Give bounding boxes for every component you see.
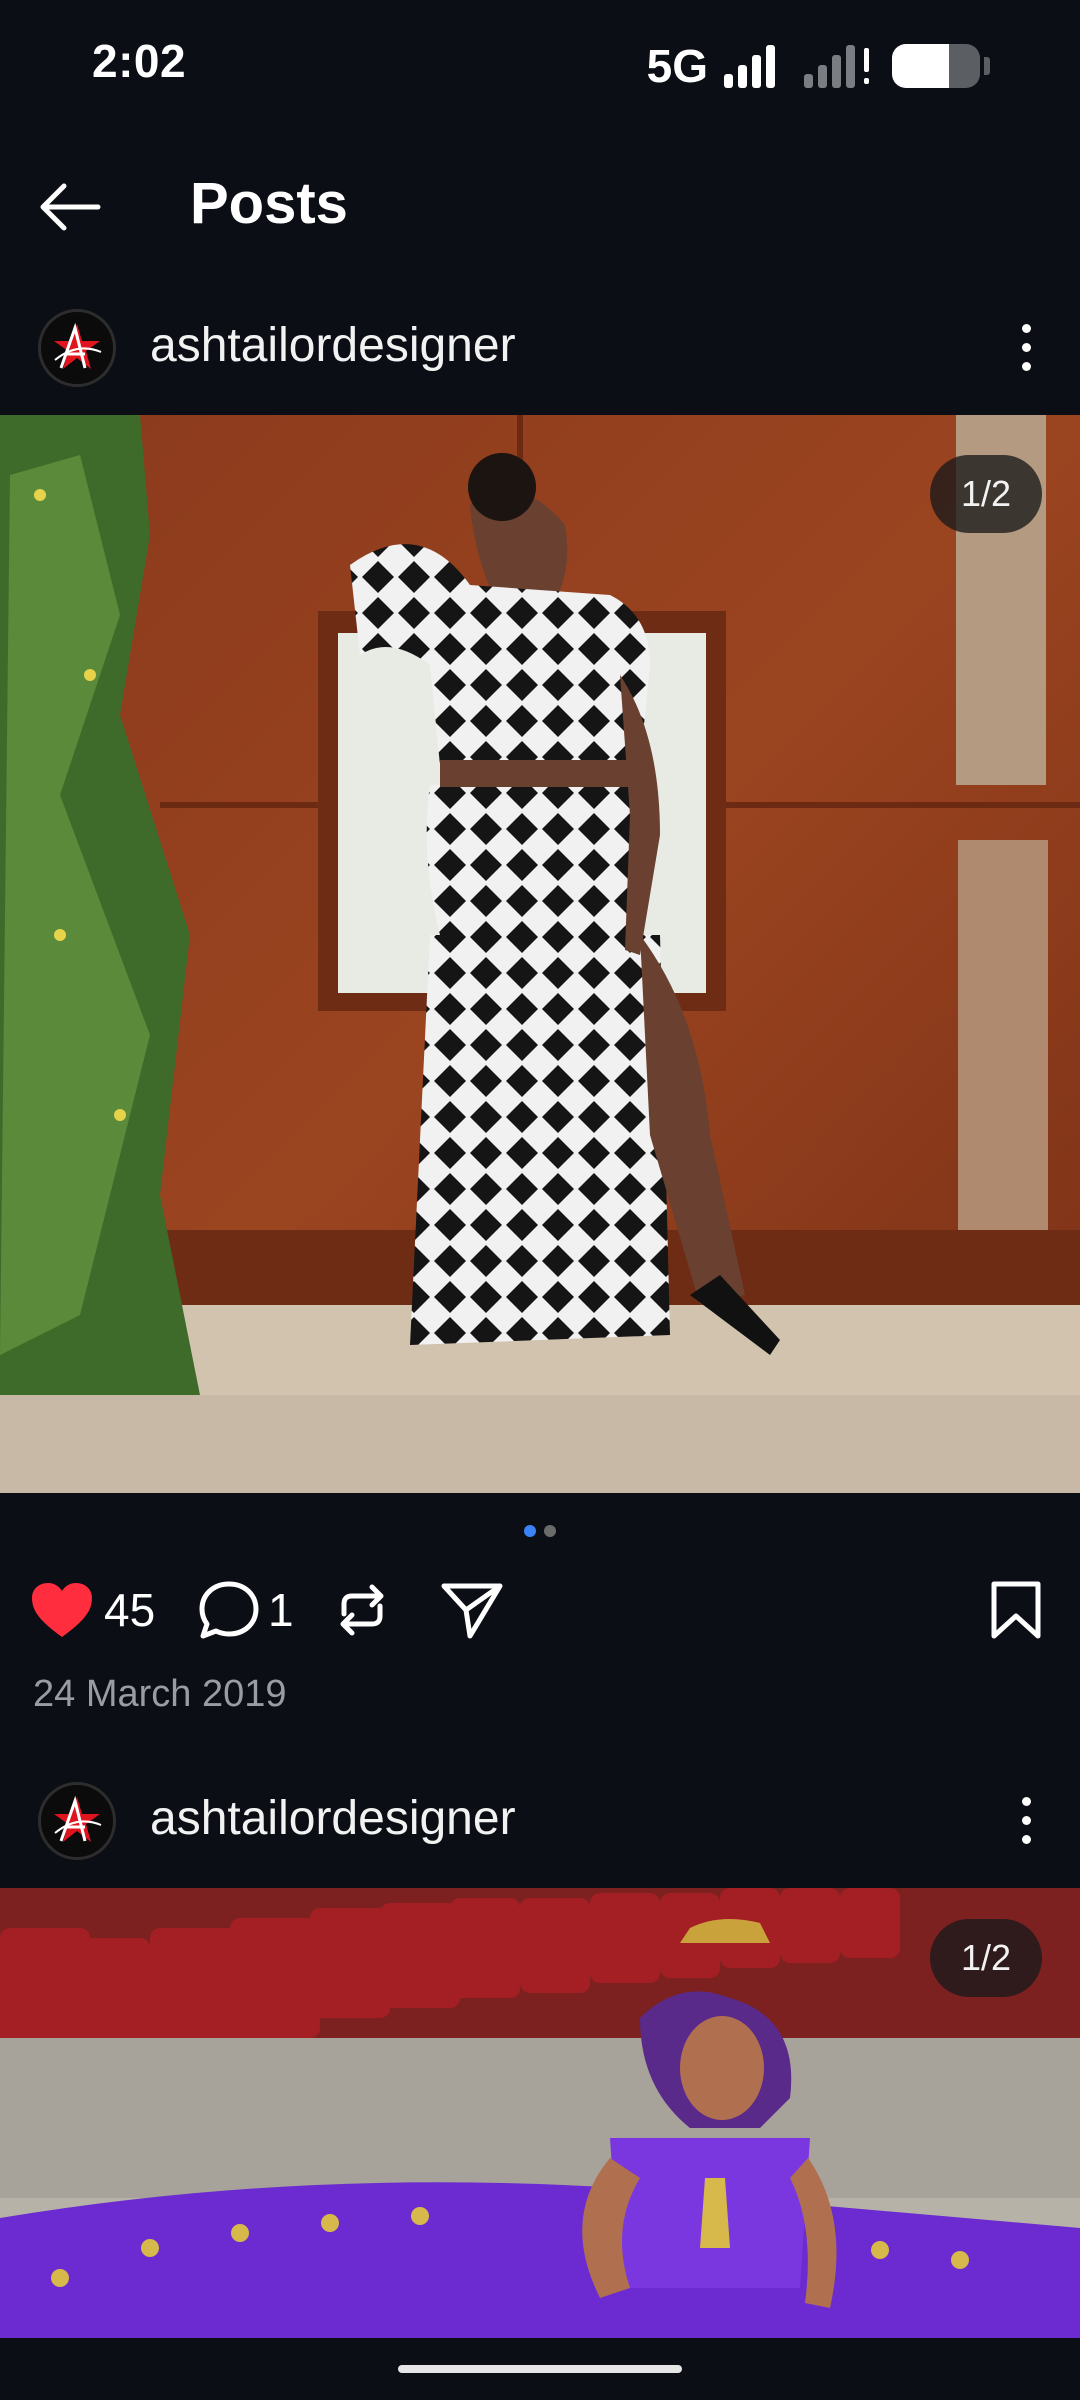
home-gesture-handle[interactable] [398, 2365, 682, 2373]
more-dot [1021, 1834, 1031, 1844]
like-count: 45 [104, 1584, 156, 1636]
brand-logo-icon [54, 1795, 102, 1842]
more-dot [1021, 1796, 1031, 1806]
post-header: ashtailordesigner [0, 1765, 1080, 1875]
avatar[interactable] [38, 1782, 116, 1860]
more-dot [1021, 361, 1031, 371]
username[interactable]: ashtailordesigner [150, 318, 516, 373]
post-header: ashtailordesigner [0, 292, 1080, 402]
share-button[interactable] [440, 1570, 504, 1650]
page-indicator: 1/2 [930, 455, 1042, 533]
comment-button[interactable]: 1 [198, 1570, 294, 1650]
like-button[interactable]: 45 [30, 1570, 155, 1650]
carousel-dot[interactable] [544, 1525, 556, 1537]
page-indicator: 1/2 [930, 1919, 1042, 1997]
fashion-photo [0, 415, 1080, 1493]
fashion-photo [0, 1888, 1080, 2338]
carousel-dot-active[interactable] [524, 1525, 536, 1537]
username[interactable]: ashtailordesigner [150, 1791, 516, 1846]
more-options-button[interactable] [994, 307, 1058, 387]
post-date: 24 March 2019 [33, 1673, 287, 1715]
repost-icon [340, 1584, 384, 1636]
send-icon [441, 1583, 503, 1639]
battery-icon [892, 44, 980, 88]
more-dot [1021, 1815, 1031, 1825]
back-button[interactable] [30, 167, 110, 247]
carousel-dots [0, 1525, 1080, 1537]
bookmark-button[interactable] [990, 1570, 1042, 1650]
signal-icon [724, 45, 775, 88]
status-bar: 2:02 5G [0, 0, 1080, 130]
signal-secondary-icon [804, 45, 869, 88]
post-actions: 45 1 [0, 1570, 1080, 1650]
page-title: Posts [190, 171, 348, 236]
avatar[interactable] [38, 309, 116, 387]
brand-logo-icon [54, 322, 102, 369]
heart-icon [32, 1583, 92, 1637]
comment-icon [199, 1581, 259, 1639]
post-image[interactable]: 1/2 [0, 1888, 1080, 2338]
status-icons: 5G [647, 40, 990, 92]
more-dot [1021, 323, 1031, 333]
battery-cap [984, 57, 990, 75]
repost-button[interactable] [332, 1570, 392, 1650]
post-image[interactable]: 1/2 [0, 415, 1080, 1493]
more-dot [1021, 342, 1031, 352]
back-arrow-icon [40, 183, 101, 231]
network-type: 5G [646, 40, 708, 92]
status-time: 2:02 [92, 35, 187, 87]
comment-count: 1 [268, 1584, 294, 1636]
more-options-button[interactable] [994, 1780, 1058, 1860]
bookmark-icon [991, 1581, 1041, 1639]
